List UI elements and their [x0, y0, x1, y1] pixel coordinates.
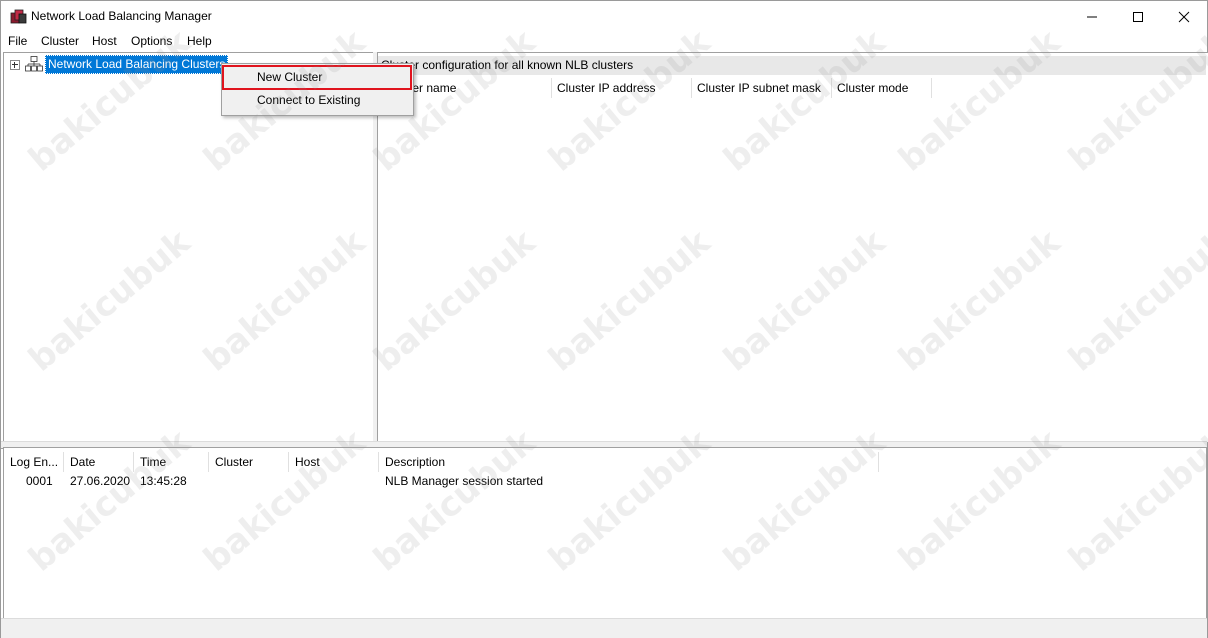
- column-cluster-ip[interactable]: Cluster IP address: [557, 78, 656, 98]
- log-column-entry[interactable]: Log En...: [10, 452, 58, 472]
- log-column-cluster[interactable]: Cluster: [215, 452, 253, 472]
- column-divider[interactable]: [691, 78, 692, 98]
- menu-file[interactable]: File: [8, 34, 27, 48]
- log-column-divider[interactable]: [878, 452, 879, 472]
- log-description: NLB Manager session started: [385, 474, 544, 488]
- menu-bar: File Cluster Host Options Help: [1, 32, 1207, 52]
- menu-host[interactable]: Host: [92, 34, 117, 48]
- log-column-description[interactable]: Description: [385, 452, 445, 472]
- maximize-button[interactable]: [1115, 1, 1161, 32]
- column-divider[interactable]: [931, 78, 932, 98]
- cluster-config-pane[interactable]: [377, 52, 1208, 443]
- nlb-app-icon: [10, 9, 27, 24]
- menu-cluster[interactable]: Cluster: [41, 34, 79, 48]
- log-pane[interactable]: [3, 447, 1207, 619]
- close-icon: [1178, 11, 1190, 22]
- log-date: 27.06.2020: [70, 474, 131, 488]
- column-divider[interactable]: [551, 78, 552, 98]
- config-pane-header: Cluster configuration for all known NLB …: [378, 56, 1206, 75]
- tree-root-nlb-clusters[interactable]: Network Load Balancing Clusters: [45, 55, 229, 74]
- log-column-divider[interactable]: [378, 452, 379, 472]
- menu-item-connect-existing[interactable]: Connect to Existing: [224, 89, 411, 111]
- log-entry-number: 0001: [26, 474, 53, 488]
- tree-expand-icon[interactable]: [10, 60, 20, 70]
- title-bar[interactable]: Network Load Balancing Manager: [1, 1, 1207, 32]
- status-bar: [1, 618, 1207, 638]
- nlb-manager-window: Network Load Balancing Manager File Clus…: [0, 0, 1208, 638]
- log-column-divider[interactable]: [63, 452, 64, 472]
- column-cluster-mode[interactable]: Cluster mode: [837, 78, 908, 98]
- maximize-icon: [1133, 11, 1143, 22]
- minimize-icon: [1087, 16, 1097, 17]
- column-subnet-mask[interactable]: Cluster IP subnet mask: [697, 78, 821, 98]
- log-column-host[interactable]: Host: [295, 452, 320, 472]
- log-column-divider[interactable]: [208, 452, 209, 472]
- annotation-highlight-box: [222, 65, 412, 90]
- close-button[interactable]: [1161, 1, 1207, 32]
- window-title: Network Load Balancing Manager: [31, 9, 212, 23]
- log-time: 13:45:28: [140, 474, 187, 488]
- log-column-divider[interactable]: [288, 452, 289, 472]
- log-column-date[interactable]: Date: [70, 452, 95, 472]
- minimize-button[interactable]: [1069, 1, 1115, 32]
- log-column-divider[interactable]: [133, 452, 134, 472]
- menu-help[interactable]: Help: [187, 34, 212, 48]
- network-cluster-icon: [25, 56, 43, 72]
- connect-existing-label: Connect to Existing: [257, 93, 361, 107]
- log-column-time[interactable]: Time: [140, 452, 166, 472]
- menu-options[interactable]: Options: [131, 34, 172, 48]
- column-divider[interactable]: [831, 78, 832, 98]
